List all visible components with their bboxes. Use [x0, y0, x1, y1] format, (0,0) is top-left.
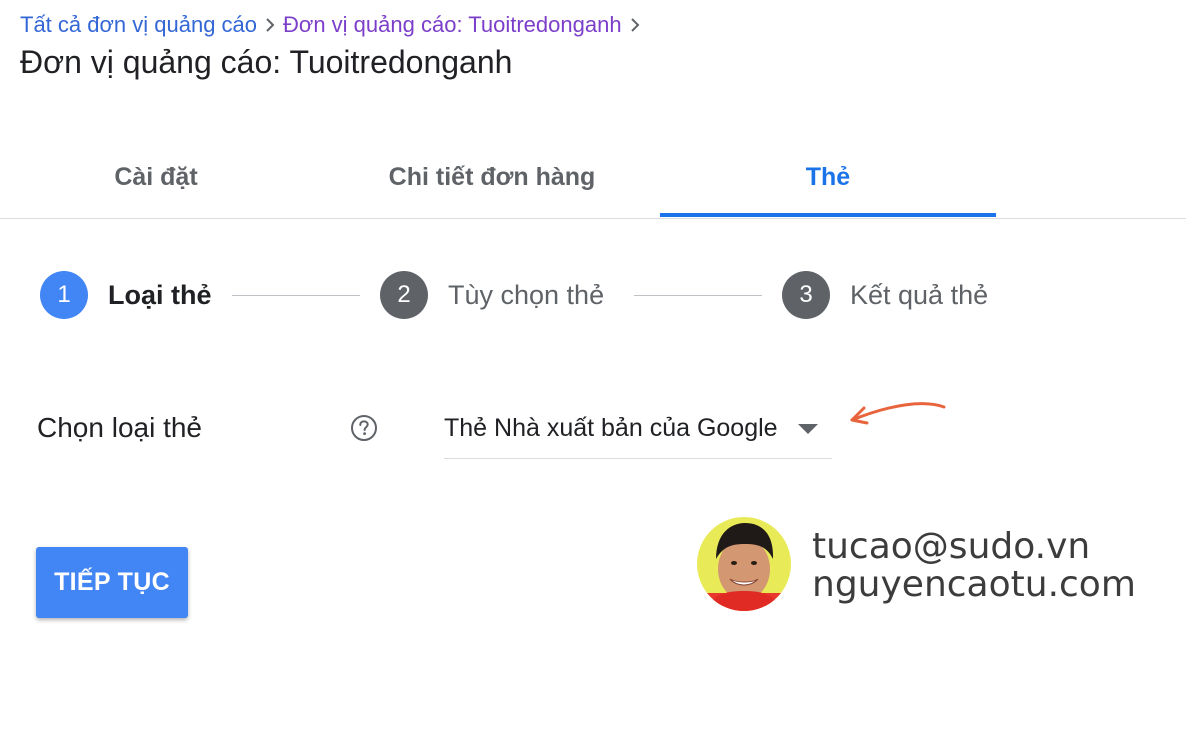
step-2-label: Tùy chọn thẻ — [448, 279, 605, 310]
help-circle-icon[interactable] — [350, 414, 378, 442]
page-title: Đơn vị quảng cáo: Tuoitredonganh — [20, 44, 513, 80]
watermark: tucao@sudo.vn nguyencaotu.com — [812, 528, 1136, 604]
avatar — [697, 517, 791, 611]
annotation-arrow-icon — [850, 402, 946, 425]
continue-button[interactable]: TIẾP TỤC — [36, 547, 188, 618]
tab-order-details[interactable]: Chi tiết đơn hàng — [324, 140, 660, 215]
tab-settings[interactable]: Cài đặt — [0, 140, 312, 215]
step-connector — [634, 295, 762, 296]
tag-type-label: Chọn loại thẻ — [37, 412, 203, 443]
breadcrumb-current-ad-unit[interactable]: Đơn vị quảng cáo: Tuoitredonganh — [283, 10, 622, 40]
breadcrumb-all-ad-units[interactable]: Tất cả đơn vị quảng cáo — [20, 10, 257, 40]
step-connector — [232, 295, 360, 296]
page: Tất cả đơn vị quảng cáo Đơn vị quảng cáo… — [0, 0, 1186, 733]
caret-down-icon — [798, 424, 818, 434]
breadcrumb: Tất cả đơn vị quảng cáo Đơn vị quảng cáo… — [20, 10, 648, 40]
step-3-label: Kết quả thẻ — [850, 279, 989, 310]
stepper: 1 Loại thẻ 2 Tùy chọn thẻ 3 Kết quả thẻ — [0, 270, 1186, 320]
watermark-email: tucao@sudo.vn — [812, 526, 1091, 567]
tab-bar: Cài đặt Chi tiết đơn hàng Thẻ — [0, 140, 1186, 219]
chevron-right-icon — [259, 10, 281, 40]
watermark-website: nguyencaotu.com — [812, 564, 1136, 605]
step-3-circle: 3 — [782, 271, 830, 319]
tag-type-select[interactable]: Thẻ Nhà xuất bản của Google — [444, 402, 832, 459]
step-1-label: Loại thẻ — [108, 279, 212, 310]
step-2-circle: 2 — [380, 271, 428, 319]
chevron-right-icon — [624, 10, 646, 40]
step-1-circle: 1 — [40, 271, 88, 319]
tag-type-selected-value: Thẻ Nhà xuất bản của Google — [444, 413, 778, 442]
tab-tags[interactable]: Thẻ — [660, 140, 996, 217]
